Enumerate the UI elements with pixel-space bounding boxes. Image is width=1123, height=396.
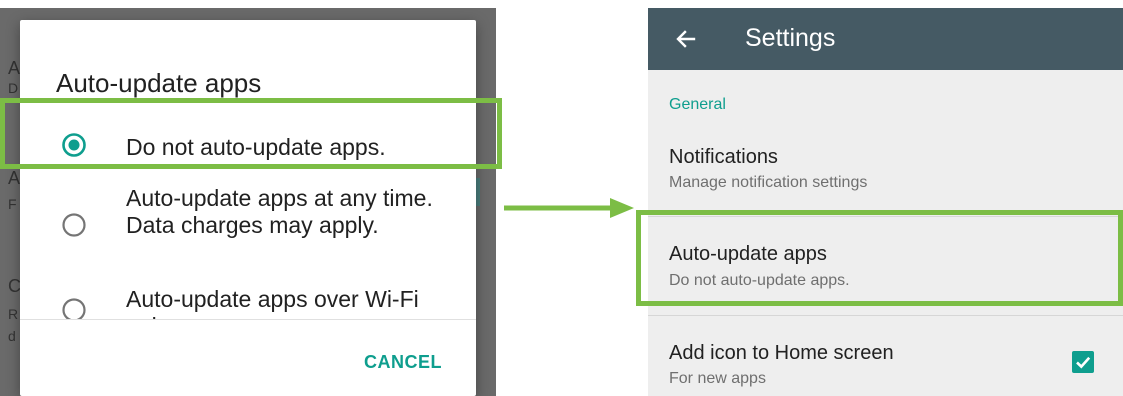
background-fragment: D (8, 80, 19, 96)
preference-summary: For new apps (669, 370, 766, 387)
dialog-divider (20, 319, 476, 320)
flow-arrow-icon (504, 198, 634, 218)
radio-option-do-not-auto-update[interactable]: Do not auto-update apps. (20, 123, 476, 167)
background-accent-bar (476, 178, 480, 206)
radio-option-label: Do not auto-update apps. (126, 134, 386, 160)
preference-title: Notifications (669, 146, 778, 168)
radio-unselected-icon (62, 213, 86, 237)
preference-summary: Do not auto-update apps. (669, 272, 850, 289)
radio-option-any-time[interactable]: Auto-update apps at any time. Data charg… (20, 185, 476, 275)
settings-app-bar: Settings (648, 8, 1123, 70)
auto-update-dialog: Auto-update apps Do not auto-update apps… (20, 20, 476, 396)
settings-screen: Settings General Notifications Manage no… (648, 8, 1123, 396)
dialog-title: Auto-update apps (56, 68, 262, 98)
radio-option-label: Auto-update apps over Wi-Fi only. (126, 286, 419, 319)
radio-option-label: Auto-update apps at any time. Data charg… (126, 185, 433, 238)
preference-summary: Manage notification settings (669, 174, 868, 191)
background-fragment: R (8, 306, 19, 322)
preference-divider (648, 216, 1123, 217)
radio-option-wifi-only[interactable]: Auto-update apps over Wi-Fi only. (20, 275, 476, 319)
section-header-general: General (669, 96, 726, 113)
preference-title: Add icon to Home screen (669, 342, 894, 364)
app-bar-title: Settings (745, 24, 836, 52)
radio-selected-icon (62, 133, 86, 157)
checkbox-checked-icon[interactable] (1072, 351, 1094, 373)
background-fragment: A (8, 168, 21, 188)
preference-title: Auto-update apps (669, 243, 827, 265)
preference-divider (648, 315, 1123, 316)
background-fragment: F (8, 196, 17, 212)
background-fragment: d (8, 328, 16, 344)
dimmed-settings-screen: A D A F C R d Auto-update apps Do not au… (0, 8, 496, 396)
cancel-button[interactable]: CANCEL (364, 352, 442, 373)
radio-unselected-icon (62, 298, 86, 319)
arrow-left-icon[interactable] (674, 27, 698, 51)
background-fragment: A (8, 58, 21, 78)
